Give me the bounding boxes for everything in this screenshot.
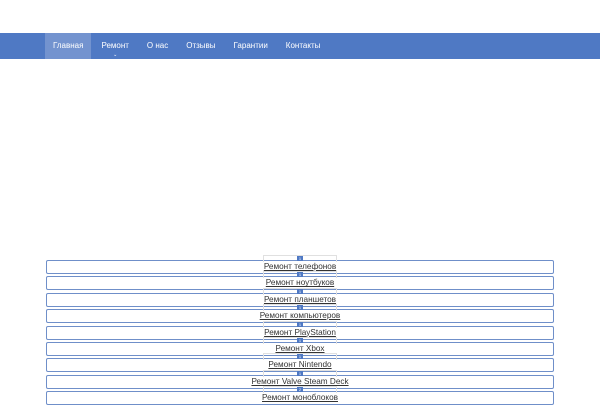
service-list: 1 Ремонт телефонов 1 Ремонт ноутбуков 1 …: [46, 255, 554, 405]
list-item: 1 Ремонт планшетов: [46, 287, 554, 307]
list-item: 2 Ремонт моноблоков: [46, 386, 554, 405]
list-item: 1 Ремонт телефонов: [46, 255, 554, 274]
list-item: 1 Ремонт PlayStation: [46, 320, 554, 340]
main-nav: Главная Ремонт ⌄ О нас Отзывы Гарантии К…: [45, 33, 330, 59]
service-link[interactable]: Ремонт моноблоков: [46, 391, 554, 405]
list-item: 1 Ремонт Valve Steam Deck: [46, 369, 554, 389]
nav-item-warranty[interactable]: Гарантии: [226, 33, 276, 59]
nav-item-reviews[interactable]: Отзывы: [178, 33, 223, 59]
top-nav-bar: Главная Ремонт ⌄ О нас Отзывы Гарантии К…: [0, 33, 600, 59]
list-item: 1 Ремонт Xbox: [46, 336, 554, 356]
list-item: 1 Ремонт компьютеров: [46, 304, 554, 324]
chevron-down-icon: ⌄: [113, 52, 118, 58]
nav-item-label: Главная: [53, 41, 84, 50]
nav-item-label: Гарантии: [233, 41, 268, 50]
nav-item-repair[interactable]: Ремонт ⌄: [93, 33, 136, 59]
nav-item-label: Отзывы: [186, 41, 216, 50]
nav-item-label: О нас: [146, 41, 169, 50]
list-item: 1 Ремонт ноутбуков: [46, 271, 554, 291]
list-item: 1 Ремонт Nintendo: [46, 353, 554, 373]
nav-item-about[interactable]: О нас: [139, 33, 176, 59]
nav-item-label: Контакты: [285, 41, 321, 50]
nav-item-home[interactable]: Главная: [45, 33, 92, 59]
nav-item-label: Ремонт: [101, 41, 129, 50]
nav-item-contacts[interactable]: Контакты: [278, 33, 329, 59]
